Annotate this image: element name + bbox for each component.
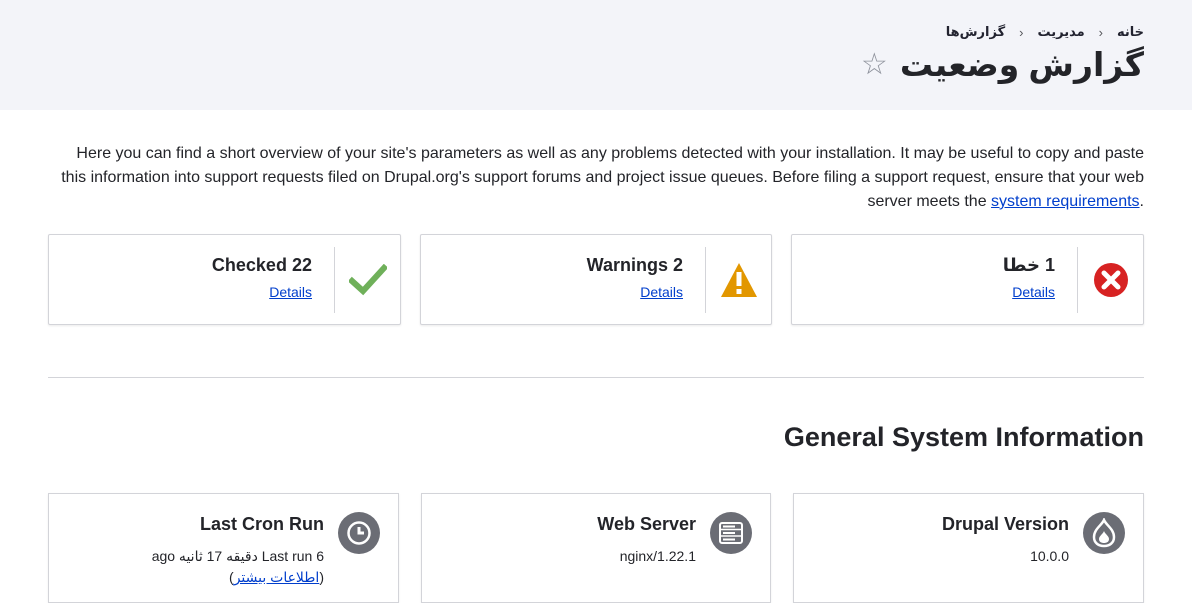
last-cron-run-value: Last run 6 دقیقه 17 ثانیه ago (اطلاعات ب… xyxy=(152,546,324,588)
more-information-link[interactable]: اطلاعات بیشتر xyxy=(234,569,320,585)
breadcrumb: خانه ‹ مدیریت ‹ گزارش‌ها xyxy=(946,24,1144,40)
more-information-line: (اطلاعات بیشتر) xyxy=(229,569,324,585)
breadcrumb-administration[interactable]: مدیریت xyxy=(1037,24,1084,40)
error-details-link[interactable]: Details xyxy=(1012,284,1055,300)
page-title: گزارش وضعیت xyxy=(899,46,1144,83)
page-header: خانه ‹ مدیریت ‹ گزارش‌ها گزارش وضعیت ☆ xyxy=(0,0,1192,110)
drupal-version-card: Drupal Version 10.0.0 xyxy=(793,493,1144,603)
intro-text: Here you can find a short overview of yo… xyxy=(48,142,1144,214)
web-server-card: Web Server nginx/1.22.1 xyxy=(421,493,771,603)
intro-text-body: Here you can find a short overview of yo… xyxy=(61,145,1144,210)
title-row: گزارش وضعیت ☆ xyxy=(861,44,1144,86)
section-divider xyxy=(48,377,1144,378)
checked-count-label: 22 Checked xyxy=(211,255,312,275)
warning-count-label: 2 Warnings xyxy=(586,255,683,275)
warning-icon xyxy=(705,247,771,313)
breadcrumb-reports[interactable]: گزارش‌ها xyxy=(946,24,1005,40)
web-server-title: Web Server xyxy=(597,514,696,534)
checked-icon xyxy=(334,247,400,313)
breadcrumb-separator: ‹ xyxy=(1098,24,1103,40)
checked-details-link[interactable]: Details xyxy=(269,284,312,300)
error-icon xyxy=(1077,247,1143,313)
system-requirements-link[interactable]: system requirements xyxy=(991,193,1140,210)
star-outline-icon[interactable]: ☆ xyxy=(861,44,888,86)
web-server-value: nginx/1.22.1 xyxy=(619,548,696,564)
drupal-version-title: Drupal Version xyxy=(941,514,1069,534)
warning-details-link[interactable]: Details xyxy=(640,284,683,300)
general-system-information-title: General System Information xyxy=(783,422,1144,452)
intro-text-end: . xyxy=(1139,193,1144,210)
last-cron-run-title: Last Cron Run xyxy=(200,514,324,534)
last-cron-run-text: Last run 6 دقیقه 17 ثانیه ago xyxy=(151,548,324,564)
breadcrumb-home[interactable]: خانه xyxy=(1117,24,1144,40)
breadcrumb-separator: ‹ xyxy=(1019,24,1024,40)
error-count-label: 1 خطا xyxy=(1002,255,1055,275)
checked-status-card: 22 Checked Details xyxy=(48,234,401,325)
status-cards: 1 خطا Details 2 Warnings Details 22 Chec… xyxy=(48,234,1144,325)
server-icon xyxy=(710,512,752,554)
drupal-version-value: 10.0.0 xyxy=(1030,548,1069,564)
last-cron-run-card: Last Cron Run Last run 6 دقیقه 17 ثانیه … xyxy=(48,493,399,603)
clock-icon xyxy=(338,512,380,554)
error-status-card: 1 خطا Details xyxy=(791,234,1144,325)
warning-status-card: 2 Warnings Details xyxy=(420,234,772,325)
drupal-icon xyxy=(1083,512,1125,554)
